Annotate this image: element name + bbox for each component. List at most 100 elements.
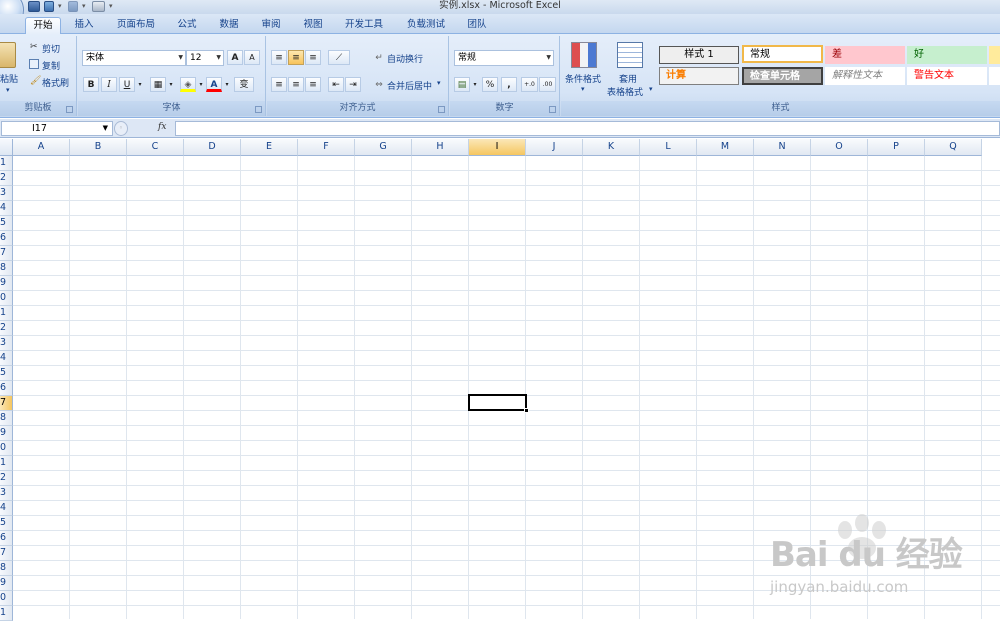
increase-indent-icon[interactable]: ⇥ [345,77,361,92]
table-format-label-2[interactable]: 表格格式 [607,85,643,98]
style-cell-extra[interactable] [989,46,1000,64]
underline-button[interactable]: U [119,77,135,92]
column-header[interactable]: C [127,139,184,156]
decrease-decimal-button[interactable]: .00 [539,77,556,92]
tab-review[interactable]: 审阅 [254,17,288,34]
row-header[interactable]: 4 [0,201,13,216]
row-header[interactable]: 7 [0,246,13,261]
column-header[interactable]: E [241,139,298,156]
merge-dropdown-icon[interactable]: ▾ [437,79,441,87]
style-cell-normal[interactable]: 常规 [742,45,823,63]
formula-bar-expand-icon[interactable]: ◦ [114,121,128,136]
bold-button[interactable]: B [83,77,99,92]
undo-icon[interactable] [44,1,54,12]
decrease-indent-icon[interactable]: ⇤ [328,77,344,92]
row-header[interactable]: 4 [0,351,13,366]
row-header[interactable]: 8 [0,411,13,426]
row-header[interactable]: 6 [0,381,13,396]
align-middle-icon[interactable]: ≡ [288,50,304,65]
row-header[interactable]: 0 [0,291,13,306]
fill-color-icon[interactable]: ◈ [180,77,196,92]
print-preview-icon[interactable] [92,1,105,12]
italic-button[interactable]: I [101,77,117,92]
row-header[interactable]: 5 [0,516,13,531]
align-right-icon[interactable]: ≡ [305,77,321,92]
row-header[interactable]: 6 [0,231,13,246]
accounting-dropdown-icon[interactable]: ▾ [471,77,479,92]
increase-decimal-button[interactable]: +.0 [521,77,538,92]
tab-team[interactable]: 团队 [460,17,494,34]
row-header[interactable]: 3 [0,186,13,201]
formula-input[interactable] [175,121,1000,136]
style-cell-warning[interactable]: 警告文本 [907,67,987,85]
column-header[interactable]: P [868,139,925,156]
customize-qat-icon[interactable]: ▾ [109,1,115,12]
row-header[interactable]: 8 [0,561,13,576]
tab-load-test[interactable]: 负载测试 [398,17,454,34]
row-header[interactable]: 2 [0,321,13,336]
font-color-button[interactable]: A [206,77,222,92]
column-header[interactable]: A [13,139,70,156]
row-header[interactable]: 7 [0,546,13,561]
font-name-select[interactable]: 宋体 ▼ [82,50,186,66]
tab-formulas[interactable]: 公式 [170,17,204,34]
redo-icon[interactable] [68,1,78,12]
column-header[interactable]: H [412,139,469,156]
fill-color-dropdown-icon[interactable]: ▾ [197,77,205,92]
borders-icon[interactable]: ▦ [150,77,166,92]
row-header[interactable]: 5 [0,366,13,381]
column-header[interactable]: F [298,139,355,156]
percent-button[interactable]: % [482,77,498,92]
paste-button[interactable]: 粘贴 [0,72,18,85]
underline-dropdown-icon[interactable]: ▾ [136,77,144,92]
row-header[interactable]: 2 [0,171,13,186]
column-header[interactable]: J [526,139,583,156]
tab-data[interactable]: 数据 [212,17,246,34]
number-launcher-icon[interactable] [549,106,556,113]
style-cell-style1[interactable]: 样式 1 [659,46,739,64]
tab-page-layout[interactable]: 页面布局 [110,17,162,34]
row-header[interactable]: 3 [0,486,13,501]
column-header[interactable]: G [355,139,412,156]
row-header[interactable]: 9 [0,576,13,591]
style-cell-extra-2[interactable] [989,67,1000,85]
row-header[interactable]: 9 [0,276,13,291]
row-header[interactable]: 9 [0,426,13,441]
font-size-select[interactable]: 12 ▼ [186,50,224,66]
style-cell-explanatory[interactable]: 解释性文本 [825,67,905,85]
alignment-launcher-icon[interactable] [438,106,445,113]
row-header[interactable]: 6 [0,531,13,546]
select-all-corner[interactable] [0,139,13,156]
row-header[interactable]: 1 [0,156,13,171]
active-cell[interactable] [468,394,529,413]
redo-dropdown-icon[interactable]: ▾ [82,1,88,12]
phonetic-button[interactable]: 变 [234,77,254,92]
row-header[interactable]: 0 [0,441,13,456]
tab-insert[interactable]: 插入 [67,17,101,34]
column-header[interactable]: D [184,139,241,156]
tab-view[interactable]: 视图 [296,17,330,34]
column-header[interactable]: M [697,139,754,156]
tab-home[interactable]: 开始 [25,17,61,34]
row-header[interactable]: 2 [0,471,13,486]
orientation-icon[interactable]: ⟋ [328,50,350,65]
column-header[interactable]: K [583,139,640,156]
paste-dropdown-icon[interactable]: ▾ [6,86,10,94]
shrink-font-button[interactable]: A [244,50,260,65]
row-header[interactable]: 1 [0,306,13,321]
name-box[interactable]: I17 ▼ [1,121,113,136]
cut-button[interactable]: 剪切 [42,42,60,55]
conditional-format-dropdown-icon[interactable]: ▾ [581,85,585,93]
table-format-dropdown-icon[interactable]: ▾ [649,85,653,93]
row-header[interactable]: 3 [0,336,13,351]
style-cell-good[interactable]: 好 [907,46,987,64]
column-header[interactable]: I [469,139,526,156]
style-cell-calculation[interactable]: 计算 [659,67,739,85]
font-launcher-icon[interactable] [255,106,262,113]
accounting-format-icon[interactable]: ▤ [454,77,470,92]
row-header[interactable]: 7 [0,396,13,411]
number-format-select[interactable]: 常规 ▼ [454,50,554,66]
row-header[interactable]: 0 [0,591,13,606]
column-header[interactable]: B [70,139,127,156]
paste-icon[interactable] [0,42,16,68]
